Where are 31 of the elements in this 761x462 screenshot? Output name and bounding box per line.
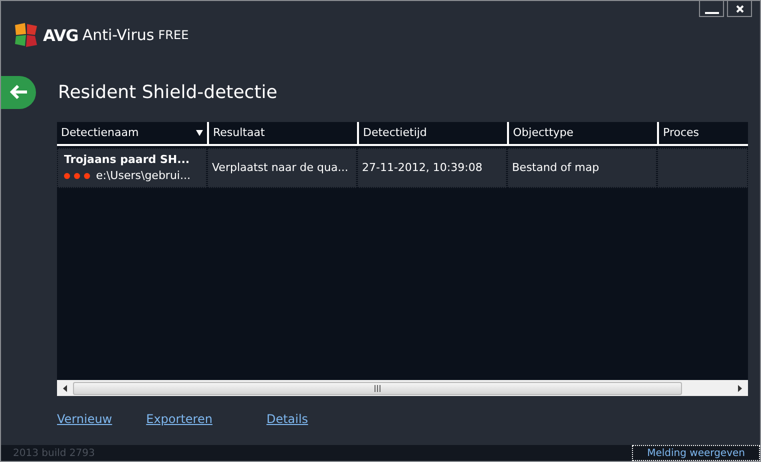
brand-name: AVG [43, 26, 78, 44]
table-cell: Bestand of map [507, 148, 657, 188]
table-cell: 27-11-2012, 10:39:08 [357, 148, 507, 188]
file-path: e:\Users\gebrui... [96, 169, 190, 182]
minimize-icon [704, 12, 718, 14]
detection-name: Trojaans paard SH... [64, 153, 191, 166]
scroll-right-icon[interactable] [738, 384, 742, 392]
column-header[interactable]: Objecttype [507, 122, 657, 144]
column-header[interactable]: Detectietijd [357, 122, 507, 144]
table-cell: Verplaatst naar de qua... [207, 148, 357, 188]
column-header[interactable]: Detectienaam [57, 122, 207, 144]
page-title: Resident Shield-detectie [58, 82, 278, 103]
back-button[interactable] [1, 76, 36, 109]
product-name: Anti-Virus [82, 26, 154, 44]
action-link[interactable]: Exporteren [146, 412, 212, 446]
build-label: 2013 build 2793 [12, 448, 95, 459]
column-header[interactable]: Proces [657, 122, 748, 144]
action-link[interactable]: Details [266, 412, 308, 446]
close-button[interactable] [727, 1, 752, 17]
action-link[interactable]: Vernieuw [57, 412, 112, 446]
minimize-button[interactable] [699, 1, 724, 17]
edition-label: FREE [158, 28, 189, 42]
close-icon [736, 4, 744, 12]
severity-icon [64, 172, 90, 179]
logo-icon [13, 22, 39, 48]
horizontal-scrollbar[interactable] [57, 380, 748, 396]
column-header[interactable]: Resultaat [207, 122, 357, 144]
show-notification-button[interactable]: Melding weergeven [632, 445, 760, 461]
scroll-thumb[interactable] [73, 382, 682, 395]
back-arrow-icon [10, 85, 28, 100]
scroll-left-icon[interactable] [63, 384, 67, 392]
